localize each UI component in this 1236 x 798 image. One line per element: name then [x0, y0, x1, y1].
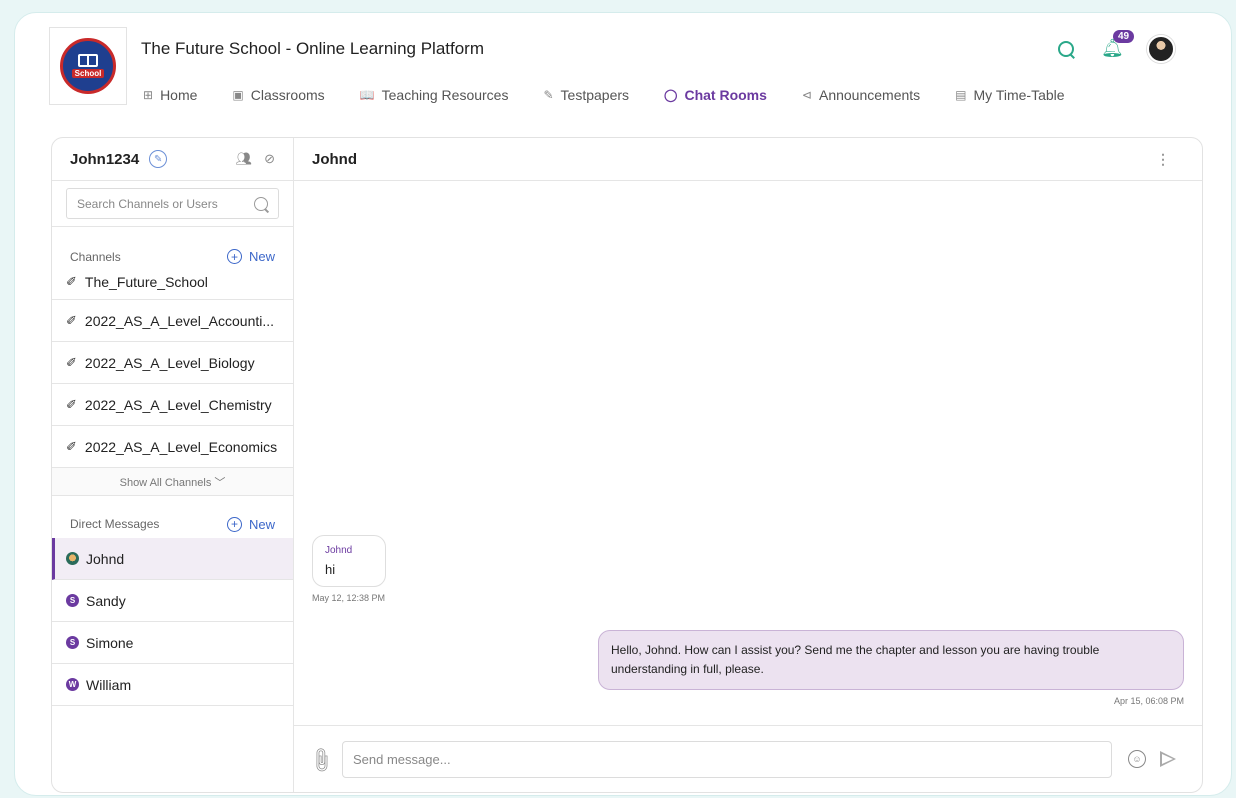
- channel-icon: ✐︎: [66, 273, 77, 289]
- app-shell: School The Future School - Online Learni…: [14, 12, 1232, 796]
- dm-avatar: S: [66, 636, 79, 649]
- new-label: New: [248, 249, 275, 264]
- channel-item[interactable]: ✐︎ 2022_AS_A_Level_Economics: [52, 426, 293, 468]
- channel-label: 2022_AS_A_Level_Accounti...: [84, 312, 275, 329]
- book-icon: [78, 54, 98, 67]
- testpaper-icon: ✎: [543, 88, 554, 102]
- search-icon: [254, 196, 268, 211]
- attachment-icon[interactable]: 📎︎: [306, 745, 336, 775]
- channel-label: The_Future_School: [84, 273, 208, 290]
- sidebar-header-icons: 👥︎ ⊘: [236, 151, 275, 167]
- chat-title: Johnd: [312, 150, 357, 168]
- dm-name: Simone: [86, 634, 134, 651]
- users-icon[interactable]: 👥︎: [236, 151, 253, 167]
- main-nav: ⊞ Home ▣ Classrooms 📖 Teaching Resources ✎ T…: [143, 87, 1100, 103]
- block-user-icon[interactable]: ⊘: [264, 151, 275, 167]
- message-composer: 📎︎ ☺: [294, 725, 1202, 792]
- logo-emblem: School: [60, 38, 116, 94]
- channel-item[interactable]: ✐︎ 2022_AS_A_Level_Chemistry: [52, 384, 293, 426]
- chat-icon: ◯: [664, 88, 678, 102]
- nav-label: Classrooms: [250, 87, 325, 103]
- edit-icon[interactable]: ✎: [149, 150, 168, 168]
- nav-label: Home: [160, 87, 198, 103]
- book-icon: 📖: [359, 88, 375, 102]
- dm-name: Sandy: [86, 592, 126, 609]
- channels-header: Channels + New: [52, 226, 293, 270]
- channels-label: Channels: [70, 249, 121, 264]
- nav-label: My Time-Table: [973, 87, 1065, 103]
- nav-teaching-resources[interactable]: 📖 Teaching Resources: [360, 87, 509, 103]
- grid-icon: ⊞: [143, 88, 154, 102]
- dm-name: Johnd: [86, 550, 125, 567]
- dm-label: Direct Messages: [70, 517, 160, 531]
- nav-label: Chat Rooms: [684, 87, 767, 103]
- nav-testpapers[interactable]: ✎ Testpapers: [543, 87, 629, 103]
- dm-item-sandy[interactable]: S Sandy: [52, 580, 293, 622]
- incoming-message: Johnd hi May 12, 12:38 PM: [312, 535, 386, 603]
- search-icon[interactable]: [1057, 40, 1075, 58]
- nav-label: Testpapers: [560, 87, 630, 103]
- channel-icon: ✐︎: [66, 396, 77, 412]
- header-actions: 🔔︎ 49: [1057, 30, 1175, 63]
- dm-item-simone[interactable]: S Simone: [52, 622, 293, 664]
- new-label: New: [248, 516, 275, 532]
- message-text: hi: [325, 562, 336, 577]
- user-avatar[interactable]: [1147, 35, 1175, 63]
- search-placeholder: Search Channels or Users: [77, 196, 218, 211]
- nav-chat-rooms[interactable]: ◯ Chat Rooms: [664, 87, 767, 103]
- channel-icon: ✐︎: [66, 438, 77, 454]
- channel-item[interactable]: ✐︎ 2022_AS_A_Level_Accounti...: [52, 300, 293, 342]
- notification-badge: 49: [1113, 30, 1135, 43]
- channel-label: 2022_AS_A_Level_Biology: [84, 354, 255, 371]
- school-logo[interactable]: School: [49, 27, 127, 105]
- channel-label: 2022_AS_A_Level_Economics: [84, 438, 278, 455]
- app-title: The Future School - Online Learning Plat…: [141, 39, 485, 58]
- channel-icon: ✐︎: [66, 354, 77, 370]
- chat-sidebar: John1234 ✎ 👥︎ ⊘ Search Channels or Users…: [52, 138, 294, 792]
- message-bubble: Johnd hi: [312, 535, 386, 587]
- chat-panel: John1234 ✎ 👥︎ ⊘ Search Channels or Users…: [51, 137, 1203, 793]
- message-sender: Johnd: [325, 545, 353, 556]
- channel-item[interactable]: ✐︎ 2022_AS_A_Level_Biology: [52, 342, 293, 384]
- sidebar-header: John1234 ✎ 👥︎ ⊘: [52, 138, 293, 181]
- nav-time-table[interactable]: ▤ My Time-Table: [955, 87, 1064, 103]
- logo-text: School: [71, 69, 105, 78]
- plus-icon: +: [226, 249, 242, 264]
- message-timestamp: Apr 15, 06:08 PM: [1113, 696, 1184, 706]
- megaphone-icon: ⊲: [801, 88, 812, 102]
- emoji-icon[interactable]: ☺: [1128, 750, 1146, 768]
- nav-label: Teaching Resources: [381, 87, 509, 103]
- channel-search-input[interactable]: Search Channels or Users: [66, 188, 279, 219]
- new-channel-button[interactable]: + New: [226, 249, 275, 264]
- channel-item[interactable]: ✐︎ The_Future_School: [52, 270, 293, 300]
- dm-item-william[interactable]: W William: [52, 664, 293, 706]
- nav-home[interactable]: ⊞ Home: [143, 87, 197, 103]
- dm-item-johnd[interactable]: Johnd: [52, 538, 293, 580]
- username: John1234: [70, 150, 140, 168]
- channel-icon: ✐︎: [66, 312, 77, 328]
- nav-classrooms[interactable]: ▣ Classrooms: [232, 87, 324, 103]
- message-timestamp: May 12, 12:38 PM: [312, 593, 386, 603]
- message-input[interactable]: [342, 740, 1112, 778]
- message-bubble: Hello, Johnd. How can I assist you? Send…: [598, 630, 1184, 690]
- chat-area: Johnd ⋮ Johnd hi May 12, 12:38 PM Hello,…: [294, 138, 1202, 792]
- dm-avatar: S: [66, 594, 79, 607]
- plus-icon: +: [226, 516, 242, 532]
- outgoing-message: Hello, Johnd. How can I assist you? Send…: [598, 630, 1184, 706]
- more-options-icon[interactable]: ⋮: [1156, 152, 1170, 166]
- chat-header: Johnd ⋮: [294, 138, 1202, 181]
- direct-messages-header: Direct Messages + New: [52, 496, 293, 538]
- show-all-channels-button[interactable]: Show All Channels ﹀: [52, 468, 293, 496]
- dm-avatar: [66, 552, 79, 565]
- nav-announcements[interactable]: ⊲ Announcements: [802, 87, 920, 103]
- dm-name: William: [86, 676, 132, 693]
- send-icon[interactable]: [1160, 751, 1176, 767]
- notifications-button[interactable]: 🔔︎ 49: [1101, 30, 1135, 60]
- channel-label: 2022_AS_A_Level_Chemistry: [84, 396, 272, 413]
- classroom-icon: ▣: [232, 88, 244, 102]
- nav-label: Announcements: [818, 87, 921, 103]
- dm-avatar: W: [66, 678, 79, 691]
- calendar-icon: ▤: [955, 88, 967, 102]
- new-dm-button[interactable]: + New: [226, 516, 275, 532]
